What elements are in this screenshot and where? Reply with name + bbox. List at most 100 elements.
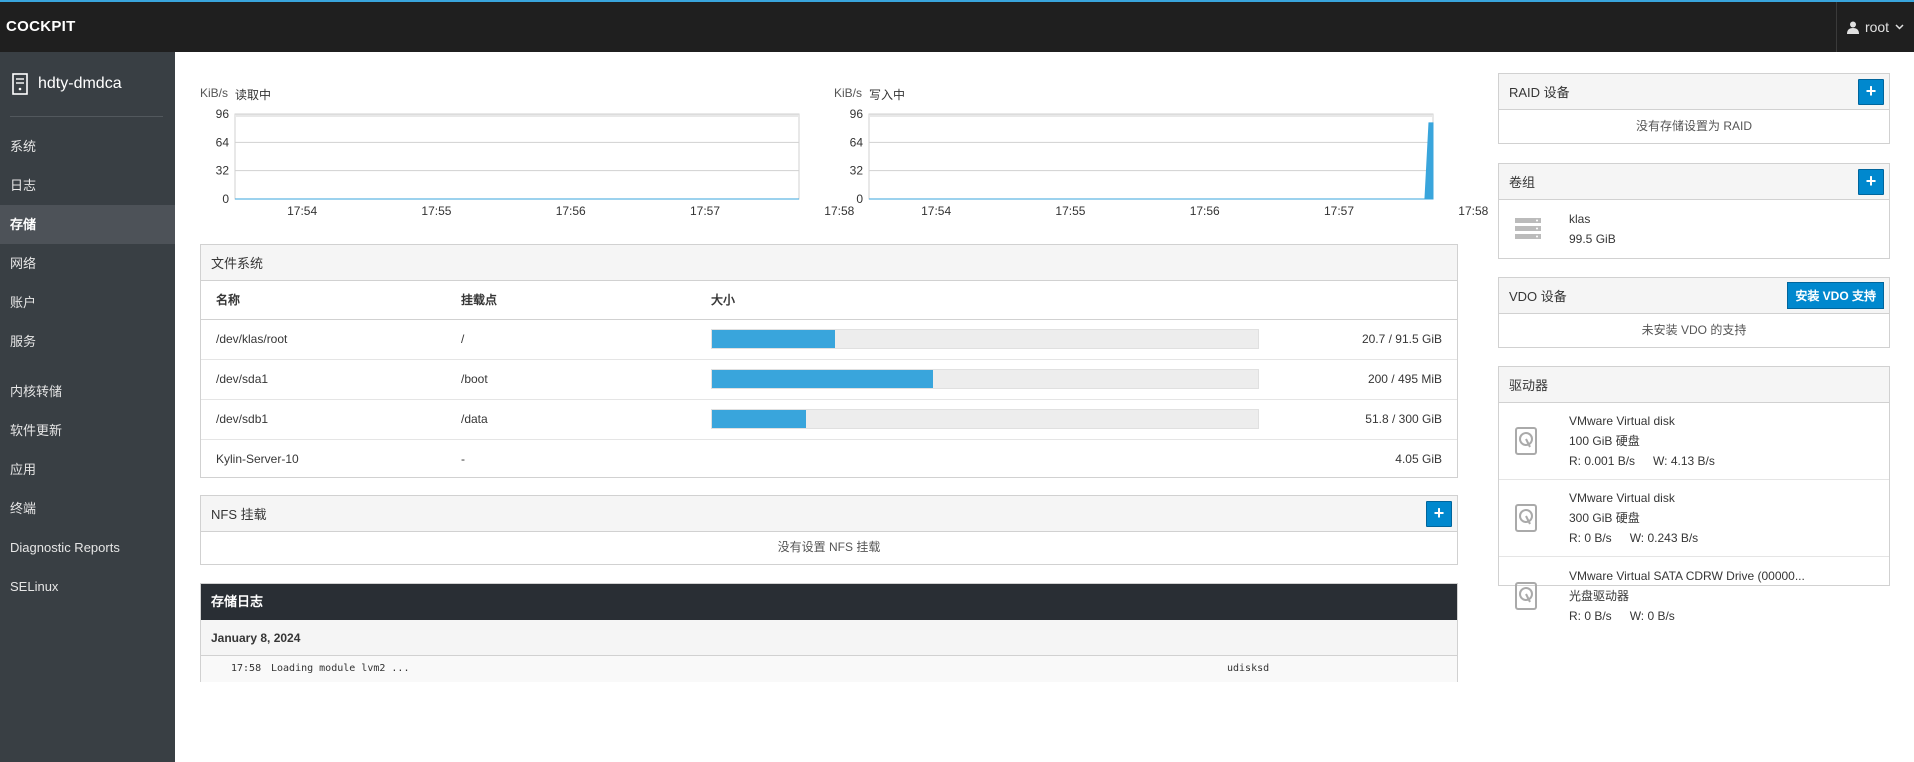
x-tick-label: 17:55 [1055,204,1085,218]
raid-empty-message: 没有存储设置为 RAID [1635,119,1752,133]
sidebar-item-services[interactable]: 服务 [0,322,175,361]
brand-logo[interactable]: COCKPIT [6,18,76,35]
log-message: Loading module lvm2 ... [271,663,410,674]
filesystems-panel: 文件系统 名称 挂载点 大小 /dev/klas/root / 20.7 / 9… [200,244,1458,478]
user-name: root [1864,19,1890,35]
y-tick-label: 0 [222,192,229,206]
x-tick-label: 17:57 [690,204,720,218]
hard-disk-icon [1515,427,1537,455]
drive-write: W: 0 B/s [1629,608,1675,623]
drive-kind: 300 GiB 硬盘 [1569,511,1640,525]
raid-header: RAID 设备 + [1499,74,1889,110]
sidebar-item-logs[interactable]: 日志 [0,166,175,205]
add-volume-group-button[interactable]: + [1858,168,1884,195]
chevron-down-icon [1895,24,1904,30]
drives-title: 驱动器 [1509,378,1549,393]
fs-mount: /boot [446,359,696,400]
volume-group-icon [1515,217,1541,239]
volume-groups-panel: 卷组 + klas 99.5 GiB [1498,163,1890,259]
sidebar-item-software-updates[interactable]: 软件更新 [0,411,175,450]
sidebar-item-storage[interactable]: 存储 [0,205,175,244]
usage-bar [711,409,1259,429]
col-name: 名称 [201,281,446,320]
table-row[interactable]: /dev/sdb1 /data 51.8 / 300 GiB [201,399,1457,440]
drive-kind: 100 GiB 硬盘 [1569,434,1640,448]
storage-log-title: 存储日志 [201,584,1457,620]
drive-name: VMware Virtual SATA CDRW Drive (00000... [1569,568,1805,583]
list-item[interactable]: klas 99.5 GiB [1499,200,1889,257]
log-time: 17:58 [231,663,262,674]
x-tick-label: 17:54 [287,204,317,218]
vdo-header: VDO 设备 安装 VDO 支持 [1499,278,1889,314]
usage-bar [711,369,1259,389]
storage-log-date: January 8, 2024 [201,620,1457,656]
sidebar-group-main: 系统 日志 存储 网络 账户 服务 [0,127,175,361]
fs-mount: - [461,452,465,467]
optical-drive-icon [1515,581,1537,610]
sidebar-item-networking[interactable]: 网络 [0,244,175,283]
sidebar-item-kdump[interactable]: 内核转储 [0,372,175,411]
vdo-title: VDO 设备 [1509,289,1567,304]
table-row[interactable]: /dev/klas/root / 20.7 / 91.5 GiB [201,319,1457,360]
table-row[interactable]: Kylin-Server-10 - 4.05 GiB [201,439,1457,479]
y-tick-label: 64 [850,135,864,149]
add-nfs-button[interactable]: + [1426,500,1452,527]
x-tick-label: 17:57 [1324,204,1354,218]
user-menu[interactable]: root [1836,2,1914,52]
vdo-empty-message: 未安装 VDO 的支持 [1641,323,1747,337]
table-row[interactable]: /dev/sda1 /boot 200 / 495 MiB [201,359,1457,400]
list-item[interactable]: VMware Virtual disk 300 GiB 硬盘 R: 0 B/s W… [1499,480,1889,557]
y-tick-label: 96 [216,107,230,121]
filesystems-header: 文件系统 [201,245,1457,281]
fs-size: 51.8 / 300 GiB [1335,399,1457,440]
sidebar-item-accounts[interactable]: 账户 [0,283,175,322]
list-item[interactable]: VMware Virtual disk 100 GiB 硬盘 R: 0.001 … [1499,403,1889,480]
drives-header: 驱动器 [1499,367,1889,403]
log-entry[interactable]: 17:58 Loading module lvm2 ... udisksd [201,656,1457,682]
sidebar-item-system[interactable]: 系统 [0,127,175,166]
drive-kind: 光盘驱动器 [1569,588,1630,603]
x-tick-label: 17:56 [1190,204,1220,218]
fs-mount: / [446,319,696,360]
user-icon [1846,21,1859,34]
drive-read: R: 0.001 B/s [1569,454,1636,468]
drive-read: R: 0 B/s [1569,608,1612,623]
host-switcher[interactable]: hdty-dmdca [0,52,175,116]
sidebar-item-terminal[interactable]: 终端 [0,489,175,528]
host-name: hdty-dmdca [38,75,122,92]
drive-write: W: 0.243 B/s [1629,531,1699,545]
sidebar-item-applications[interactable]: 应用 [0,450,175,489]
sidebar-item-diagnostic-reports[interactable]: Diagnostic Reports [0,528,175,567]
list-item[interactable]: VMware Virtual SATA CDRW Drive (00000...… [1499,557,1889,634]
x-tick-label: 17:58 [1458,204,1488,218]
sidebar-divider [10,116,163,117]
x-tick-label: 17:56 [556,204,586,218]
install-vdo-button[interactable]: 安装 VDO 支持 [1787,282,1884,309]
x-tick-label: 17:55 [421,204,451,218]
fs-size: 200 / 495 MiB [1335,359,1457,400]
col-mount: 挂载点 [446,281,696,320]
read-chart: KiB/s 读取中 96 64 32 0 17:54 17:55 17:56 17:57 17:… [200,52,855,218]
fs-size: 20.7 / 91.5 GiB [1335,319,1457,360]
nfs-panel: NFS 挂载 + 没有设置 NFS 挂载 [200,495,1458,565]
sidebar-item-selinux[interactable]: SELinux [0,567,175,606]
drive-read: R: 0 B/s [1569,531,1612,545]
write-chart: KiB/s 写入中 96 64 32 0 17:54 17:55 17:56 17:57 17:… [834,52,1489,218]
nfs-empty-message: 没有设置 NFS 挂载 [777,540,881,554]
chart-frame [234,113,800,200]
drive-write: W: 4.13 B/s [1653,454,1715,468]
fs-mount: /data [446,399,696,440]
x-tick-label: 17:54 [921,204,951,218]
server-icon [12,73,28,95]
volume-group-name: klas [1569,211,1591,226]
filesystems-title: 文件系统 [211,256,264,271]
add-raid-button[interactable]: + [1858,78,1884,105]
read-chart-plot: 966432017:54 17:55 17:56 17:57 17:58 [216,107,855,218]
sidebar-group-tools: 内核转储 软件更新 应用 终端 Diagnostic Reports SELin… [0,372,175,606]
usage-bar [711,329,1259,349]
y-tick-label: 32 [850,164,864,178]
col-size: 大小 [696,281,1336,320]
drive-name: VMware Virtual disk [1569,414,1675,428]
y-tick-label: 64 [216,135,230,149]
storage-log-panel: 存储日志 January 8, 2024 17:58 Loading modul… [200,583,1458,682]
